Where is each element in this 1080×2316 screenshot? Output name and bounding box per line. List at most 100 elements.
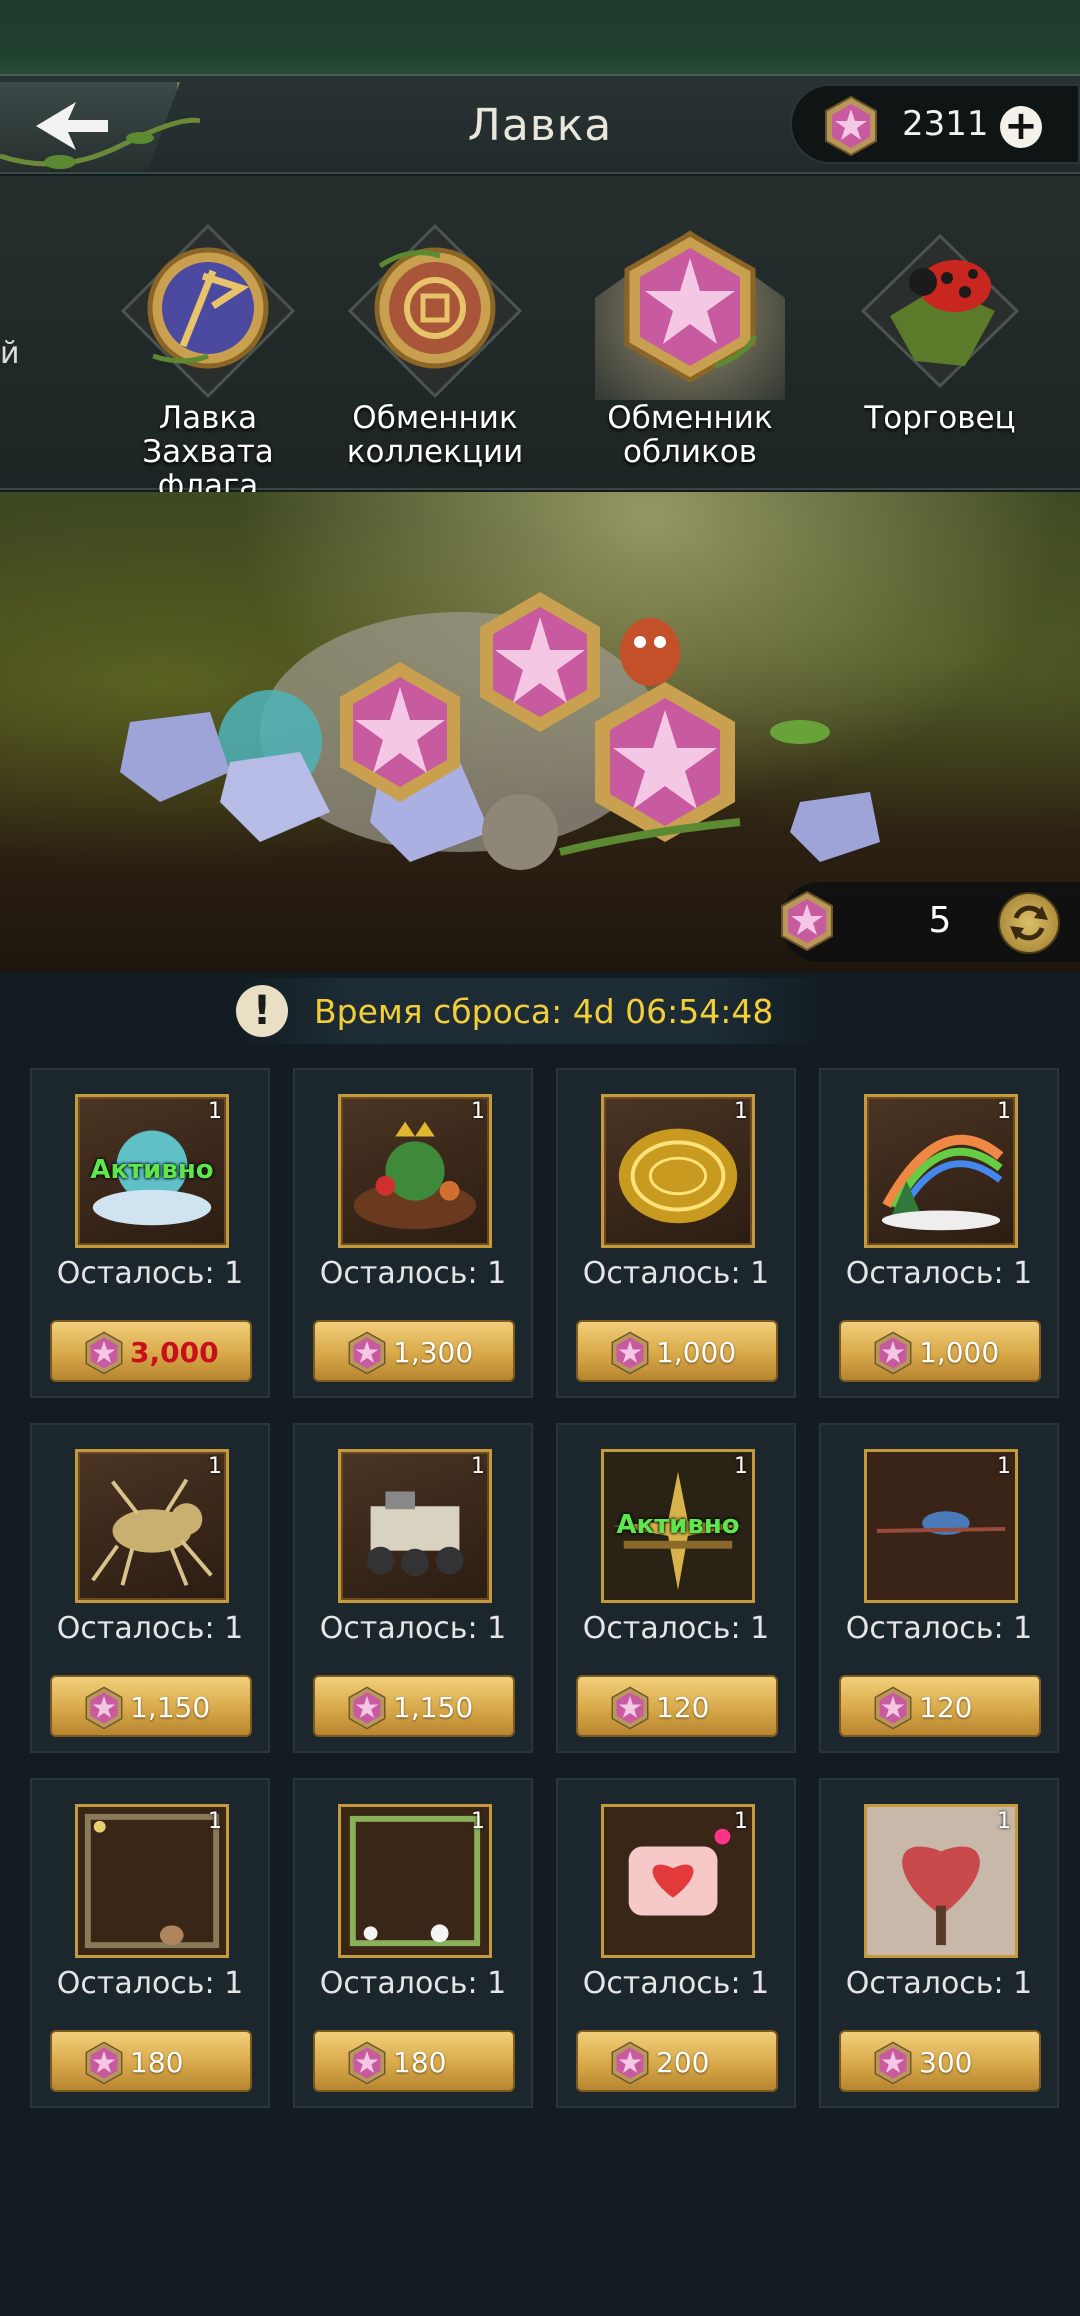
item-quantity: 1 [471, 1809, 485, 1834]
flower-frame-image [341, 1807, 489, 1955]
gem-icon [874, 1686, 912, 1730]
buy-button[interactable]: 120 [576, 1675, 778, 1737]
buy-button[interactable]: 1,300 [313, 1320, 515, 1382]
price-value: 1,000 [656, 1336, 737, 1369]
golden-rune-platform-image [618, 1128, 738, 1224]
reset-timer: ! Время сброса: 4d 06:54:48 [230, 978, 830, 1044]
item-quantity: 1 [471, 1099, 485, 1124]
price-value: 1,150 [393, 1691, 474, 1724]
gem-icon [874, 2041, 912, 2085]
price-value: 1,150 [130, 1691, 211, 1724]
gem-icon [348, 1686, 386, 1730]
tab-skin-exchange[interactable]: Обменник обликов [580, 216, 800, 476]
buy-button[interactable]: 1,150 [50, 1675, 252, 1737]
buy-button[interactable]: 180 [50, 2030, 252, 2092]
tab-ctf-shop[interactable]: Лавка Захвата флага [98, 216, 318, 503]
buy-button[interactable]: 300 [839, 2030, 1041, 2092]
item-quantity: 1 [208, 1809, 222, 1834]
refresh-cost: 5 [928, 900, 952, 941]
buy-button[interactable]: 3,000 [50, 1320, 252, 1382]
item-thumbnail[interactable]: 1 [864, 1449, 1018, 1603]
item-thumbnail[interactable]: 1 [338, 1804, 492, 1958]
item-thumbnail[interactable]: 1 [864, 1094, 1018, 1248]
item-thumbnail[interactable]: 1 [338, 1449, 492, 1603]
remaining-count: Осталось: 1 [319, 1611, 507, 1646]
shop-item-card[interactable]: 1 Осталось: 1 1,300 [293, 1068, 533, 1398]
buy-button[interactable]: 200 [576, 2030, 778, 2092]
active-badge: Активно [616, 1510, 740, 1540]
gem-icon [825, 95, 877, 157]
tab-label: Обменник коллекции [346, 400, 524, 470]
price-value: 1,000 [919, 1336, 1000, 1369]
shop-item-card[interactable]: 1 Осталось: 1 1,000 [556, 1068, 796, 1398]
refresh-cost-bar: 5 [780, 882, 1080, 962]
ctf-shop-emblem-icon [120, 223, 296, 399]
shop-item-card[interactable]: 1 Осталось: 1 1,000 [819, 1068, 1059, 1398]
shop-item-card[interactable]: 1 Осталось: 1 300 [819, 1778, 1059, 2108]
top-band [0, 0, 1080, 74]
buy-button[interactable]: 1,000 [839, 1320, 1041, 1382]
gem-icon [348, 2041, 386, 2085]
item-thumbnail[interactable]: 1 [864, 1804, 1018, 1958]
item-quantity: 1 [997, 1809, 1011, 1834]
shop-item-card[interactable]: 1 Активно Осталось: 1 120 [556, 1423, 796, 1753]
buy-button[interactable]: 1,150 [313, 1675, 515, 1737]
item-thumbnail[interactable]: 1 [338, 1094, 492, 1248]
shop-item-card[interactable]: 1 Активно Осталось: 1 3,000 [30, 1068, 270, 1398]
shop-item-card[interactable]: 1 Осталось: 1 1,150 [30, 1423, 270, 1753]
active-badge: Активно [90, 1155, 214, 1185]
shop-item-card[interactable]: 1 Осталось: 1 1,150 [293, 1423, 533, 1753]
tab-label: Обменник обликов [607, 400, 773, 470]
refresh-button[interactable] [998, 892, 1060, 954]
shop-item-card[interactable]: 1 Осталось: 1 120 [819, 1423, 1059, 1753]
item-thumbnail[interactable]: 1 Активно [601, 1449, 755, 1603]
item-thumbnail[interactable]: 1 [75, 1449, 229, 1603]
shop-banner: 5 [0, 492, 1080, 972]
tab-label: Лавка Захвата флага [142, 400, 274, 504]
item-quantity: 1 [208, 1454, 222, 1479]
buy-button[interactable]: 1,000 [576, 1320, 778, 1382]
tab-partial-label[interactable]: й [0, 336, 20, 371]
remaining-count: Осталось: 1 [56, 1611, 244, 1646]
item-quantity: 1 [997, 1099, 1011, 1124]
currency-amount: 2311 [902, 104, 989, 144]
price-value: 120 [656, 1691, 710, 1724]
remaining-count: Осталось: 1 [582, 1966, 770, 2001]
item-quantity: 1 [734, 1099, 748, 1124]
item-thumbnail[interactable]: 1 [601, 1804, 755, 1958]
item-quantity: 1 [997, 1454, 1011, 1479]
heart-tree-avatar-image [867, 1807, 1015, 1955]
gem-icon [874, 1331, 912, 1375]
remaining-count: Осталось: 1 [845, 1611, 1033, 1646]
price-value: 1,300 [393, 1336, 474, 1369]
gem-icon [348, 1331, 386, 1375]
item-thumbnail[interactable]: 1 Активно [75, 1094, 229, 1248]
tab-merchant[interactable]: Торговец [830, 216, 1050, 476]
bunny-frame-image [78, 1807, 226, 1955]
buy-button[interactable]: 180 [313, 2030, 515, 2092]
rainbow-winter-skin-image [881, 1134, 1004, 1231]
add-currency-button[interactable]: + [1000, 106, 1042, 148]
shop-item-card[interactable]: 1 Осталось: 1 180 [30, 1778, 270, 2108]
shop-item-card[interactable]: 1 Осталось: 1 200 [556, 1778, 796, 2108]
item-thumbnail[interactable]: 1 [601, 1094, 755, 1248]
gem-icon [781, 890, 833, 952]
item-quantity: 1 [734, 1454, 748, 1479]
bottom-area [0, 2140, 1080, 2316]
price-value: 300 [919, 2046, 973, 2079]
reset-timer-text: Время сброса: 4d 06:54:48 [314, 992, 774, 1031]
shop-category-tabs: й Лавка Захвата флага Обменник коллекции [0, 176, 1080, 503]
buy-button[interactable]: 120 [839, 1675, 1041, 1737]
item-quantity: 1 [471, 1454, 485, 1479]
shop-item-card[interactable]: 1 Осталось: 1 180 [293, 1778, 533, 2108]
remaining-count: Осталось: 1 [845, 1966, 1033, 2001]
gem-icon [85, 2041, 123, 2085]
gem-icon [611, 1331, 649, 1375]
price-value: 180 [130, 2046, 184, 2079]
remaining-count: Осталось: 1 [319, 1966, 507, 2001]
rover-skin-image [366, 1491, 464, 1577]
price-value: 200 [656, 2046, 710, 2079]
item-thumbnail[interactable]: 1 [75, 1804, 229, 1958]
tab-collection-exchange[interactable]: Обменник коллекции [325, 216, 545, 476]
item-quantity: 1 [208, 1099, 222, 1124]
